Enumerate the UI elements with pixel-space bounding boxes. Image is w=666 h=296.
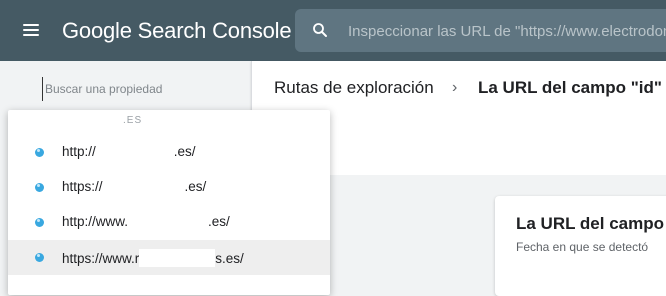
property-globe-icon bbox=[35, 183, 44, 192]
property-item-selected[interactable]: https://www.r s.es/ bbox=[8, 240, 330, 275]
property-globe-icon bbox=[35, 253, 44, 262]
property-item[interactable]: https://.es/ bbox=[8, 170, 330, 205]
issue-card: La URL del campo Fecha en que se detectó bbox=[495, 196, 666, 296]
url-inspection-search[interactable] bbox=[295, 9, 666, 54]
property-selector[interactable] bbox=[0, 61, 251, 116]
dropdown-header-fragment: .ES bbox=[123, 115, 143, 126]
property-url: http://.es/ bbox=[62, 144, 196, 159]
property-url: https://www.r s.es/ bbox=[62, 249, 244, 267]
card-subtitle: Fecha en que se detectó bbox=[516, 240, 649, 254]
chevron-right-icon: › bbox=[452, 79, 458, 96]
property-dropdown: .ES http://.es/ https://.es/ http://www.… bbox=[8, 110, 330, 295]
brand-product: Search Console bbox=[137, 18, 292, 43]
property-item[interactable]: http://www. .es/ bbox=[8, 205, 330, 240]
property-search-input[interactable] bbox=[42, 77, 237, 101]
property-url: http://www. .es/ bbox=[62, 214, 230, 229]
property-globe-icon bbox=[35, 218, 44, 227]
search-icon bbox=[313, 23, 327, 37]
menu-icon[interactable] bbox=[20, 20, 44, 40]
brand-google: Google bbox=[62, 18, 132, 43]
property-globe-icon bbox=[35, 148, 44, 157]
url-inspection-input[interactable] bbox=[346, 9, 666, 54]
top-app-bar: Google Search Console bbox=[0, 0, 666, 61]
page-title: La URL del campo "id" n bbox=[478, 78, 666, 97]
card-title: La URL del campo bbox=[516, 214, 664, 233]
property-url: https://.es/ bbox=[62, 179, 207, 194]
property-item[interactable]: http://.es/ bbox=[8, 135, 330, 170]
breadcrumb-parent-link[interactable]: Rutas de exploración bbox=[274, 78, 434, 98]
app-logo[interactable]: Google Search Console bbox=[62, 17, 292, 45]
